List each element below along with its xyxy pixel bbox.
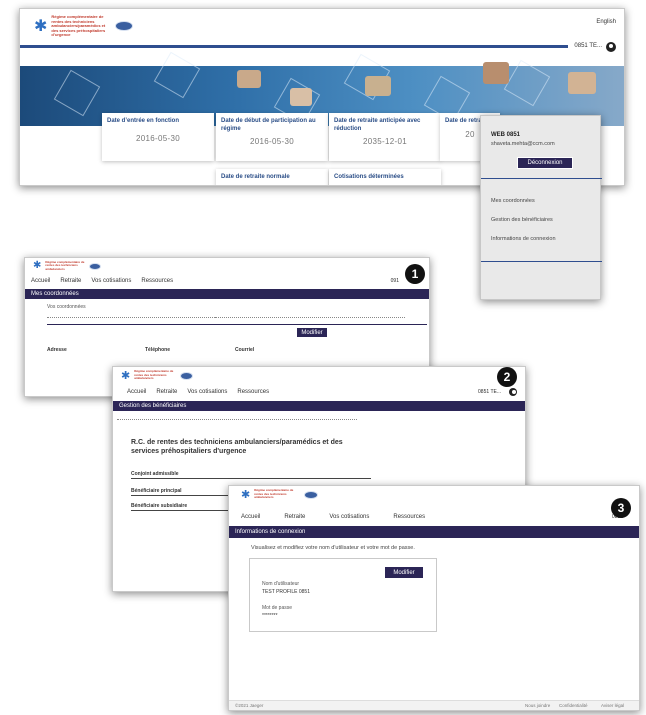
photo-thumbnail bbox=[237, 70, 261, 88]
field-label: Mot de passe bbox=[262, 605, 293, 611]
divider bbox=[481, 261, 602, 262]
date-card: Date de retraite normale bbox=[216, 169, 328, 185]
emblem-icon bbox=[89, 262, 102, 270]
star-of-life-icon: ✱ bbox=[33, 260, 42, 272]
nav-home[interactable]: Accueil bbox=[241, 514, 260, 520]
address-field[interactable] bbox=[47, 317, 217, 318]
nav-retirement[interactable]: Retraite bbox=[60, 278, 81, 284]
main-nav: Accueil Retraite Vos cotisations Ressour… bbox=[127, 389, 269, 395]
user-menu-label[interactable]: 091 bbox=[391, 278, 399, 284]
field-label: Courriel bbox=[235, 347, 255, 353]
intro-text: Visualisez et modifiez votre nom d'utili… bbox=[251, 545, 415, 551]
site-logo[interactable]: ✱ Régime complémentaire de rentes des te… bbox=[121, 369, 194, 382]
nav-retirement[interactable]: Retraite bbox=[284, 514, 305, 520]
nav-contributions[interactable]: Vos cotisations bbox=[187, 389, 227, 395]
nav-underline bbox=[20, 45, 568, 48]
logo-text: Régime complémentaire de rentes des tech… bbox=[45, 260, 85, 271]
card-title: Date d’entrée en fonction bbox=[107, 118, 180, 124]
site-logo[interactable]: ✱ Régime complémentaire de rentes des te… bbox=[34, 14, 134, 38]
star-of-life-icon: ✱ bbox=[121, 369, 131, 382]
date-card: Date de retraite anticipée avec réductio… bbox=[329, 113, 441, 161]
account-icon[interactable] bbox=[509, 388, 517, 396]
emblem-icon bbox=[304, 490, 319, 499]
site-logo[interactable]: ✱ Régime complémentaire de rentes des te… bbox=[241, 488, 319, 501]
edit-button[interactable]: Modifier bbox=[297, 328, 327, 337]
footer-link-contact[interactable]: Nous joindre bbox=[525, 703, 550, 708]
photo-thumbnail bbox=[483, 62, 509, 84]
logo-text: Régime complémentaire de rentes des tech… bbox=[254, 488, 294, 500]
step-marker: 2 bbox=[497, 367, 517, 387]
card-value: 2035-12-01 bbox=[363, 137, 407, 146]
nav-contributions[interactable]: Vos cotisations bbox=[91, 278, 131, 284]
field-label: Nom d'utilisateur bbox=[262, 581, 300, 587]
user-menu-label[interactable]: 0851 TE... bbox=[478, 389, 501, 395]
main-nav: Accueil Retraite Vos cotisations Ressour… bbox=[241, 514, 425, 520]
main-nav: Accueil Retraite Vos cotisations Ressour… bbox=[31, 278, 173, 284]
card-value: 2016-05-30 bbox=[250, 137, 294, 146]
site-logo[interactable]: ✱ Régime complémentaire de rentes des te… bbox=[33, 260, 102, 272]
emblem-icon bbox=[115, 21, 134, 32]
photo-thumbnail bbox=[568, 72, 596, 94]
divider bbox=[47, 324, 427, 325]
user-dropdown-menu: WEB 0851 shaveta.mehta@ccm.com Déconnexi… bbox=[480, 115, 602, 300]
step-marker: 1 bbox=[405, 264, 425, 284]
photo-thumbnail bbox=[290, 88, 312, 106]
user-email: shaveta.mehta@ccm.com bbox=[491, 141, 555, 147]
card-value: 2016-05-30 bbox=[136, 133, 180, 143]
user-menu-label[interactable]: 0851 TE... bbox=[574, 43, 602, 49]
field-label: Téléphone bbox=[145, 347, 171, 353]
section-header: Mes coordonnées bbox=[25, 289, 429, 299]
intro-text: Vos coordonnées bbox=[47, 304, 86, 310]
emblem-icon bbox=[180, 371, 194, 380]
footer-link-privacy[interactable]: Confidentialité bbox=[559, 703, 588, 708]
section-header: Informations de connexion bbox=[229, 526, 639, 538]
username-value: TEST PROFILE 0851 bbox=[262, 589, 310, 595]
logout-button[interactable]: Déconnexion bbox=[517, 157, 573, 169]
nav-resources[interactable]: Ressources bbox=[393, 514, 425, 520]
plan-title: R.C. de rentes des techniciens ambulanci… bbox=[131, 439, 343, 455]
copyright: ©2021 Jaeger bbox=[235, 703, 264, 708]
photo-thumbnail bbox=[365, 76, 391, 96]
intro-text bbox=[117, 419, 357, 420]
nav-home[interactable]: Accueil bbox=[31, 278, 50, 284]
password-value: ******** bbox=[262, 613, 278, 619]
menu-item-coordinates[interactable]: Mes coordonnées bbox=[481, 198, 535, 204]
step-marker: 3 bbox=[611, 498, 631, 518]
section-label: Bénéficiaire subsidiaire bbox=[131, 503, 188, 509]
login-info-card: Modifier Nom d'utilisateur TEST PROFILE … bbox=[249, 558, 437, 632]
nav-retirement[interactable]: Retraite bbox=[156, 389, 177, 395]
star-of-life-icon: ✱ bbox=[241, 488, 251, 501]
language-toggle[interactable]: English bbox=[596, 19, 616, 25]
edit-button[interactable]: Modifier bbox=[385, 567, 423, 578]
footer: ©2021 Jaeger Nous joindre Confidentialit… bbox=[229, 700, 639, 710]
login-info-window: ✱ Régime complémentaire de rentes des te… bbox=[228, 485, 640, 711]
logo-text: Régime complémentaire de rentes des tech… bbox=[134, 369, 174, 381]
date-card: Date d’entrée en fonction 2016-05-30 bbox=[102, 113, 214, 161]
email-field[interactable] bbox=[215, 317, 405, 318]
card-title: Date de retraite normale bbox=[221, 174, 290, 180]
menu-item-beneficiaries[interactable]: Gestion des bénéficiaires bbox=[481, 217, 553, 223]
card-title: Date de retraite anticipée avec réductio… bbox=[334, 118, 421, 132]
nav-contributions[interactable]: Vos cotisations bbox=[329, 514, 369, 520]
star-of-life-icon: ✱ bbox=[34, 16, 48, 36]
divider bbox=[481, 178, 602, 179]
footer-link-legal[interactable]: Aviser légal bbox=[601, 703, 624, 708]
user-id: WEB 0851 bbox=[491, 132, 521, 138]
divider bbox=[131, 478, 371, 479]
section-label: Conjoint admissible bbox=[131, 471, 179, 477]
field-label: Adresse bbox=[47, 347, 67, 353]
nav-resources[interactable]: Ressources bbox=[237, 389, 269, 395]
card-title: Cotisations déterminées bbox=[334, 174, 404, 180]
date-card: Date de début de participation au régime… bbox=[216, 113, 328, 161]
section-label: Bénéficiaire principal bbox=[131, 488, 182, 494]
nav-home[interactable]: Accueil bbox=[127, 389, 146, 395]
menu-item-login-info[interactable]: Informations de connexion bbox=[481, 236, 556, 242]
account-icon[interactable] bbox=[606, 42, 616, 52]
date-card: Cotisations déterminées bbox=[329, 169, 441, 185]
section-header: Gestion des bénéficiaires bbox=[113, 401, 525, 411]
card-title: Date de début de participation au régime bbox=[221, 118, 316, 132]
logo-text: Régime complémentaire de rentes des tech… bbox=[51, 14, 106, 38]
nav-resources[interactable]: Ressources bbox=[141, 278, 173, 284]
